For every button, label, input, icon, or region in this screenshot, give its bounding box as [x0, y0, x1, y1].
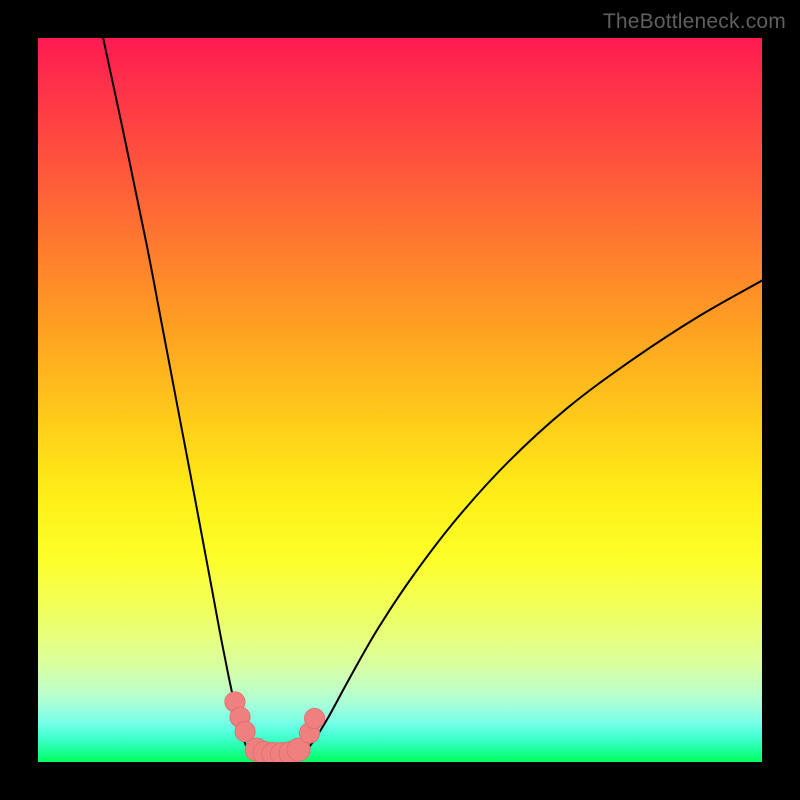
plot-area [38, 38, 762, 762]
curve-marker [304, 708, 324, 728]
chart-frame: TheBottleneck.com [0, 0, 800, 800]
curve-group [103, 38, 762, 760]
watermark-text: TheBottleneck.com [603, 10, 786, 34]
bottleneck-curve [103, 38, 762, 760]
bottleneck-curve-svg [38, 38, 762, 762]
marker-group [225, 692, 325, 762]
